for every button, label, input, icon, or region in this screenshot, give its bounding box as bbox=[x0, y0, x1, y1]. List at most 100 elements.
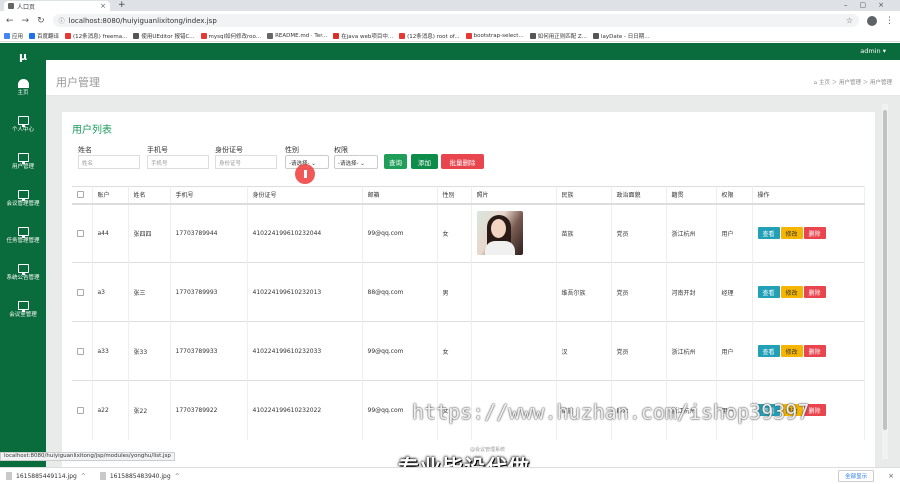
bookmark-item[interactable]: 如何用正则匹配 Z... bbox=[529, 32, 587, 40]
edit-button[interactable]: 修改 bbox=[780, 286, 803, 298]
page-title: 用户管理 bbox=[56, 76, 100, 89]
row-checkbox[interactable] bbox=[77, 229, 84, 237]
page-header: 用户管理 ⌂ 主页 ＞ 用户管理 ＞ 用户管理 bbox=[46, 60, 900, 96]
bookmark-icon bbox=[29, 32, 36, 39]
view-button[interactable]: 查看 bbox=[757, 227, 780, 240]
phone-input[interactable]: 手机号 bbox=[147, 155, 209, 169]
bookmark-item[interactable]: README.md · Ter... bbox=[267, 32, 327, 39]
url-text: localhost:8080/huiyiguanlixitong/index.j… bbox=[68, 16, 217, 25]
bookmark-item[interactable]: 使用UEditor 报错C... bbox=[133, 32, 195, 40]
view-button[interactable]: 查看 bbox=[757, 345, 780, 357]
sidebar-item[interactable]: 用户管理 bbox=[0, 143, 46, 180]
bookmark-item[interactable]: (12条消息) root of... bbox=[399, 32, 460, 40]
sidebar-item-label: 任务管理管理 bbox=[6, 237, 40, 244]
idcard-input[interactable]: 身份证号 bbox=[215, 155, 277, 169]
bookmark-icon bbox=[4, 32, 10, 39]
bookmark-item[interactable]: layDate - 日日期... bbox=[592, 32, 649, 40]
sidebar-item-label: 用户管理 bbox=[11, 163, 34, 170]
name-input[interactable]: 姓名 bbox=[78, 155, 140, 169]
role-select[interactable]: -请选择- ⌄ bbox=[334, 155, 378, 169]
sidebar-item[interactable]: 个人中心 bbox=[0, 106, 46, 143]
delete-button[interactable]: 删除 bbox=[803, 345, 826, 357]
scrollbar-thumb[interactable] bbox=[883, 110, 887, 430]
cell-text: 党员 bbox=[616, 230, 629, 238]
close-downloads-icon[interactable]: × bbox=[888, 472, 894, 480]
close-tab-icon[interactable]: × bbox=[100, 2, 106, 10]
bookmark-label: (12条消息) root of... bbox=[407, 33, 460, 40]
column-header: 权限 bbox=[716, 186, 753, 205]
sidebar: μ 主页 个人中心 用户管理 会议管理管理 任务管理管理 系统公告管理 会议室管理 bbox=[0, 43, 46, 467]
profile-avatar[interactable] bbox=[867, 15, 877, 26]
browser-tabbar: 人口页 × + –▢× bbox=[0, 0, 900, 11]
download-item[interactable]: 1615885483940.jpg ^ bbox=[99, 472, 180, 480]
gender-label: 性别 bbox=[285, 146, 299, 154]
browser-tab[interactable]: 人口页 × bbox=[4, 1, 110, 11]
bookmark-label: (12条消息) freema... bbox=[73, 33, 128, 40]
cell-text: 410224199610232044 bbox=[252, 229, 322, 237]
edit-button[interactable]: 修改 bbox=[780, 227, 803, 240]
edit-button[interactable]: 修改 bbox=[780, 345, 803, 357]
bookmark-icon bbox=[333, 32, 340, 39]
tab-title: 人口页 bbox=[17, 3, 36, 11]
name-label: 姓名 bbox=[78, 146, 92, 154]
table-cell: 张四四 bbox=[128, 203, 171, 263]
cell-text: a44 bbox=[97, 229, 109, 237]
bookmark-star-icon[interactable]: ☆ bbox=[846, 16, 853, 25]
add-button[interactable]: 添加 bbox=[411, 154, 438, 169]
bookmark-item[interactable]: bootstrap-select... bbox=[465, 32, 524, 39]
bookmark-item[interactable]: mysql如何修改roo... bbox=[200, 32, 262, 40]
sidebar-item-label: 系统公告管理 bbox=[6, 274, 40, 281]
info-icon[interactable]: ⓘ bbox=[59, 16, 65, 25]
table-cell: 党员 bbox=[611, 203, 667, 263]
scrollbar[interactable] bbox=[882, 104, 888, 459]
row-checkbox[interactable] bbox=[77, 288, 84, 296]
bookmark-item[interactable]: 百度翻译 bbox=[29, 32, 59, 40]
view-button[interactable]: 查看 bbox=[757, 286, 780, 298]
cell-text: 张四四 bbox=[133, 230, 152, 238]
chevron-up-icon[interactable]: ^ bbox=[81, 473, 86, 480]
user-photo bbox=[476, 211, 523, 256]
cell-text: a3 bbox=[97, 288, 106, 296]
menu-icon[interactable]: ⋮ bbox=[885, 16, 894, 26]
select-all-checkbox[interactable] bbox=[77, 191, 84, 199]
bookmark-icon bbox=[592, 32, 599, 39]
batch-delete-button[interactable]: 批量删除 bbox=[441, 154, 484, 169]
bookmark-item[interactable]: 在java web项目中... bbox=[333, 32, 393, 40]
show-all-downloads-button[interactable]: 全部显示 bbox=[838, 470, 875, 482]
reload-icon[interactable]: ↻ bbox=[37, 16, 45, 26]
sidebar-item[interactable]: 会议室管理 bbox=[0, 291, 46, 328]
table-cell: 浙江杭州 bbox=[666, 321, 717, 381]
table-cell: 女 bbox=[437, 203, 472, 263]
table-cell: 88@qq.com bbox=[362, 262, 438, 322]
column-header: 账户 bbox=[92, 186, 129, 205]
table-cell: 410224199610232022 bbox=[247, 380, 363, 440]
chevron-up-icon[interactable]: ^ bbox=[175, 473, 180, 480]
bookmark-item[interactable]: (12条消息) freema... bbox=[65, 32, 127, 40]
table-cell: 410224199610232044 bbox=[247, 203, 363, 263]
sidebar-item[interactable]: 任务管理管理 bbox=[0, 217, 46, 254]
row-checkbox[interactable] bbox=[77, 406, 84, 414]
download-item[interactable]: 1615885449114.jpg ^ bbox=[6, 472, 86, 480]
delete-button[interactable]: 删除 bbox=[803, 286, 826, 298]
sidebar-item[interactable]: 会议管理管理 bbox=[0, 180, 46, 217]
sidebar-item[interactable]: 主页 bbox=[0, 69, 46, 106]
table-cell: 张22 bbox=[128, 380, 171, 440]
query-button[interactable]: 查询 bbox=[384, 154, 407, 169]
new-tab-icon[interactable]: + bbox=[118, 0, 126, 11]
bookmark-label: mysql如何修改roo... bbox=[208, 33, 262, 40]
cell-text: 410224199610232033 bbox=[252, 347, 322, 355]
select-all-cell bbox=[72, 186, 93, 205]
table-cell: a3 bbox=[92, 262, 129, 322]
forward-icon[interactable]: → bbox=[22, 16, 30, 26]
back-icon[interactable]: ← bbox=[6, 16, 14, 26]
url-input[interactable]: ⓘ localhost:8080/huiyiguanlixitong/index… bbox=[52, 14, 859, 27]
delete-button[interactable]: 删除 bbox=[803, 227, 826, 240]
cell-text: 99@qq.com bbox=[367, 347, 404, 355]
table-cell: 河南开封 bbox=[666, 262, 717, 322]
breadcrumb[interactable]: ⌂ 主页 ＞ 用户管理 ＞ 用户管理 bbox=[814, 78, 892, 86]
row-checkbox[interactable] bbox=[77, 347, 84, 355]
bookmark-item[interactable]: 应用 bbox=[4, 32, 23, 40]
user-menu[interactable]: admin ▾ bbox=[860, 47, 886, 55]
window-controls[interactable]: –▢× bbox=[844, 0, 896, 11]
sidebar-item[interactable]: 系统公告管理 bbox=[0, 254, 46, 291]
